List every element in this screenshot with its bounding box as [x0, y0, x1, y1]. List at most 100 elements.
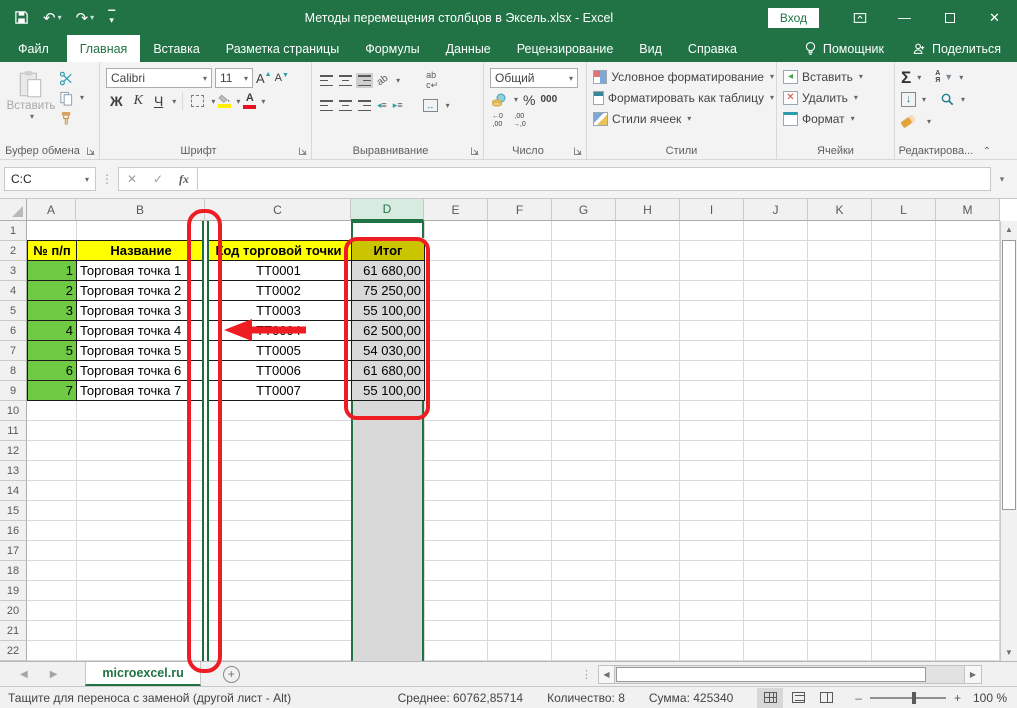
- underline-button[interactable]: Ч: [150, 92, 167, 110]
- format-cells-button[interactable]: Формат▾: [783, 108, 892, 129]
- minimize-button[interactable]: —: [882, 0, 927, 35]
- page-break-view-button[interactable]: [813, 688, 839, 708]
- grow-font-button[interactable]: A▲: [256, 71, 272, 86]
- cell-number[interactable]: 3: [27, 300, 77, 321]
- ribbon-tab[interactable]: Главная: [67, 35, 141, 62]
- zoom-slider-thumb[interactable]: [912, 692, 916, 704]
- column-header[interactable]: A: [27, 199, 76, 221]
- alignment-dialog-launcher-icon[interactable]: [470, 146, 480, 156]
- row-header[interactable]: 20: [0, 601, 27, 621]
- maximize-button[interactable]: [927, 0, 972, 35]
- format-as-table-dropdown-icon[interactable]: ▾: [770, 93, 774, 102]
- increase-decimal-icon[interactable]: ←0,00: [492, 113, 503, 128]
- find-dropdown-icon[interactable]: ▾: [961, 95, 965, 104]
- vertical-scrollbar[interactable]: ▲ ▼: [1000, 221, 1017, 661]
- row-header[interactable]: 15: [0, 501, 27, 521]
- redo-button[interactable]: ↷▾: [76, 9, 95, 27]
- scroll-right-icon[interactable]: ▶: [965, 665, 982, 684]
- sort-filter-button[interactable]: АЯ: [935, 70, 940, 84]
- tab-scroll-splitter[interactable]: ⋮: [581, 668, 592, 681]
- zoom-out-icon[interactable]: –: [855, 691, 862, 705]
- save-icon[interactable]: [14, 10, 29, 25]
- sort-filter-dropdown-icon[interactable]: ▾: [959, 73, 963, 82]
- delete-cells-dropdown-icon[interactable]: ▾: [854, 93, 858, 102]
- insert-cells-button[interactable]: ◂ Вставить▾: [783, 66, 892, 87]
- formula-bar-divider[interactable]: ⋮: [101, 172, 113, 186]
- bold-button[interactable]: Ж: [106, 92, 127, 110]
- ribbon-tab[interactable]: Рецензирование: [504, 35, 627, 62]
- accounting-dropdown-icon[interactable]: ▾: [514, 95, 518, 104]
- copy-icon[interactable]: ▾: [58, 90, 75, 107]
- status-average[interactable]: Среднее: 60762,85714: [398, 691, 523, 705]
- align-center-icon[interactable]: [339, 100, 352, 111]
- clipboard-dialog-launcher-icon[interactable]: [86, 146, 96, 156]
- conditional-formatting-dropdown-icon[interactable]: ▾: [770, 72, 774, 81]
- ribbon-tab[interactable]: Вид: [626, 35, 675, 62]
- fill-down-icon[interactable]: ↓: [901, 92, 916, 107]
- number-format-combo[interactable]: Общий▾: [490, 68, 578, 88]
- column-header[interactable]: L: [872, 199, 936, 221]
- column-header[interactable]: M: [936, 199, 1000, 221]
- confirm-entry-icon[interactable]: ✓: [145, 172, 171, 186]
- row-header[interactable]: 22: [0, 641, 27, 661]
- row-header[interactable]: 14: [0, 481, 27, 501]
- insert-function-button[interactable]: fx: [171, 172, 197, 187]
- cell-code[interactable]: ТТ0007: [205, 380, 352, 401]
- cell-number[interactable]: 4: [27, 320, 77, 341]
- row-header[interactable]: 5: [0, 301, 27, 321]
- percent-style-button[interactable]: %: [523, 92, 535, 108]
- sheet-tab[interactable]: microexcel.ru: [85, 662, 200, 686]
- cut-icon[interactable]: [58, 70, 75, 87]
- normal-view-button[interactable]: [757, 688, 783, 708]
- align-right-icon[interactable]: [358, 100, 371, 111]
- status-count[interactable]: Количество: 8: [547, 691, 625, 705]
- scroll-down-icon[interactable]: ▼: [1001, 644, 1017, 661]
- zoom-in-icon[interactable]: +: [954, 691, 961, 705]
- find-select-icon[interactable]: [940, 92, 955, 107]
- column-header[interactable]: K: [808, 199, 872, 221]
- borders-icon[interactable]: [189, 93, 206, 110]
- column-header[interactable]: I: [680, 199, 744, 221]
- wrap-text-icon[interactable]: abc↵: [426, 70, 438, 91]
- column-header[interactable]: H: [616, 199, 680, 221]
- autosum-button[interactable]: Σ: [901, 69, 911, 86]
- name-box[interactable]: C:C▾: [4, 167, 96, 191]
- row-header[interactable]: 18: [0, 561, 27, 581]
- borders-dropdown-icon[interactable]: ▾: [211, 97, 215, 106]
- fill-color-button[interactable]: [218, 94, 231, 108]
- shrink-font-button[interactable]: A▼: [275, 72, 289, 84]
- orientation-dropdown-icon[interactable]: ▾: [396, 76, 400, 85]
- align-middle-icon[interactable]: [339, 75, 352, 86]
- insert-cells-dropdown-icon[interactable]: ▾: [859, 72, 863, 81]
- zoom-level[interactable]: 100 %: [971, 691, 1017, 705]
- undo-button[interactable]: ↶▾: [43, 9, 62, 27]
- next-sheet-icon[interactable]: ▶: [50, 669, 58, 680]
- column-header[interactable]: C: [205, 199, 351, 221]
- ribbon-tab[interactable]: Данные: [433, 35, 504, 62]
- cell-code[interactable]: ТТ0006: [205, 360, 352, 381]
- row-header[interactable]: 21: [0, 621, 27, 641]
- cell-styles-button[interactable]: Стили ячеек▾: [593, 108, 774, 129]
- fill-dropdown-icon[interactable]: ▾: [922, 95, 926, 104]
- row-header[interactable]: 7: [0, 341, 27, 361]
- row-header[interactable]: 10: [0, 401, 27, 421]
- new-sheet-icon[interactable]: +: [223, 666, 240, 683]
- row-header[interactable]: 6: [0, 321, 27, 341]
- scroll-left-icon[interactable]: ◀: [598, 665, 615, 684]
- font-size-dropdown-icon[interactable]: ▾: [244, 74, 248, 83]
- cell-number[interactable]: 5: [27, 340, 77, 361]
- name-box-dropdown-icon[interactable]: ▾: [85, 175, 89, 184]
- row-header[interactable]: 9: [0, 381, 27, 401]
- cancel-entry-icon[interactable]: ✕: [119, 172, 145, 186]
- assistant-tab[interactable]: Помощник: [792, 35, 896, 62]
- column-header[interactable]: F: [488, 199, 552, 221]
- row-header[interactable]: 8: [0, 361, 27, 381]
- font-color-button[interactable]: А: [243, 93, 256, 109]
- ribbon-tab[interactable]: Вставка: [140, 35, 212, 62]
- row-header[interactable]: 16: [0, 521, 27, 541]
- font-name-combo[interactable]: Calibri▾: [106, 68, 212, 88]
- ribbon-tab[interactable]: Разметка страницы: [213, 35, 352, 62]
- column-header[interactable]: B: [76, 199, 205, 221]
- orientation-icon[interactable]: ab: [375, 73, 390, 88]
- status-sum[interactable]: Сумма: 425340: [649, 691, 733, 705]
